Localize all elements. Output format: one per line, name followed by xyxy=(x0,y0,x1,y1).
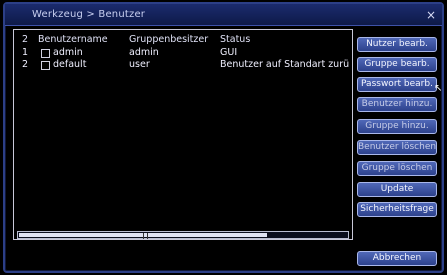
row-number: 2 xyxy=(22,59,29,70)
edit-user-button[interactable]: Nutzer bearb. xyxy=(357,37,437,52)
row-checkbox[interactable] xyxy=(41,61,50,70)
delete-group-button[interactable]: Gruppe löschen xyxy=(357,161,437,176)
column-header-group[interactable]: Gruppenbesitzer xyxy=(129,34,208,45)
row-status: GUI xyxy=(220,47,238,58)
edit-group-button[interactable]: Gruppe bearb. xyxy=(357,57,437,72)
edit-password-button[interactable]: Passwort bearb. xyxy=(357,77,437,92)
table-header: 2 Benutzername Gruppenbesitzer Status xyxy=(14,34,352,46)
row-status: Benutzer auf Standart zurü xyxy=(220,59,350,70)
row-username: default xyxy=(53,59,87,70)
user-table: 2 Benutzername Gruppenbesitzer Status 1 … xyxy=(13,29,353,240)
table-row[interactable]: 1 admin admin GUI xyxy=(14,47,352,59)
title-bar: Werkzeug > Benutzer × xyxy=(5,4,442,26)
close-icon[interactable]: × xyxy=(424,8,438,22)
row-number: 1 xyxy=(22,47,29,58)
delete-user-button[interactable]: Benutzer löschen xyxy=(357,140,437,155)
row-username: admin xyxy=(53,47,83,58)
window-title: Werkzeug > Benutzer xyxy=(32,9,146,20)
security-question-button[interactable]: Sicherheitsfrage xyxy=(357,202,437,217)
table-row[interactable]: 2 default user Benutzer auf Standart zur… xyxy=(14,59,352,71)
scrollbar-thumb[interactable] xyxy=(19,233,267,239)
update-button[interactable]: Update xyxy=(357,182,437,197)
horizontal-scrollbar[interactable] xyxy=(17,231,349,239)
cancel-button[interactable]: Abbrechen xyxy=(357,251,437,266)
row-checkbox[interactable] xyxy=(41,49,50,58)
row-group: admin xyxy=(129,47,159,58)
column-header-status[interactable]: Status xyxy=(220,34,250,45)
column-header-count: 2 xyxy=(22,34,29,45)
column-header-username[interactable]: Benutzername xyxy=(38,34,108,45)
row-group: user xyxy=(129,59,150,70)
add-group-button[interactable]: Gruppe hinzu. xyxy=(357,119,437,134)
add-user-button[interactable]: Benutzer hinzu. xyxy=(357,97,437,112)
scrollbar-grip-icon xyxy=(143,233,148,239)
mouse-pointer-icon: ↖ xyxy=(434,83,443,94)
